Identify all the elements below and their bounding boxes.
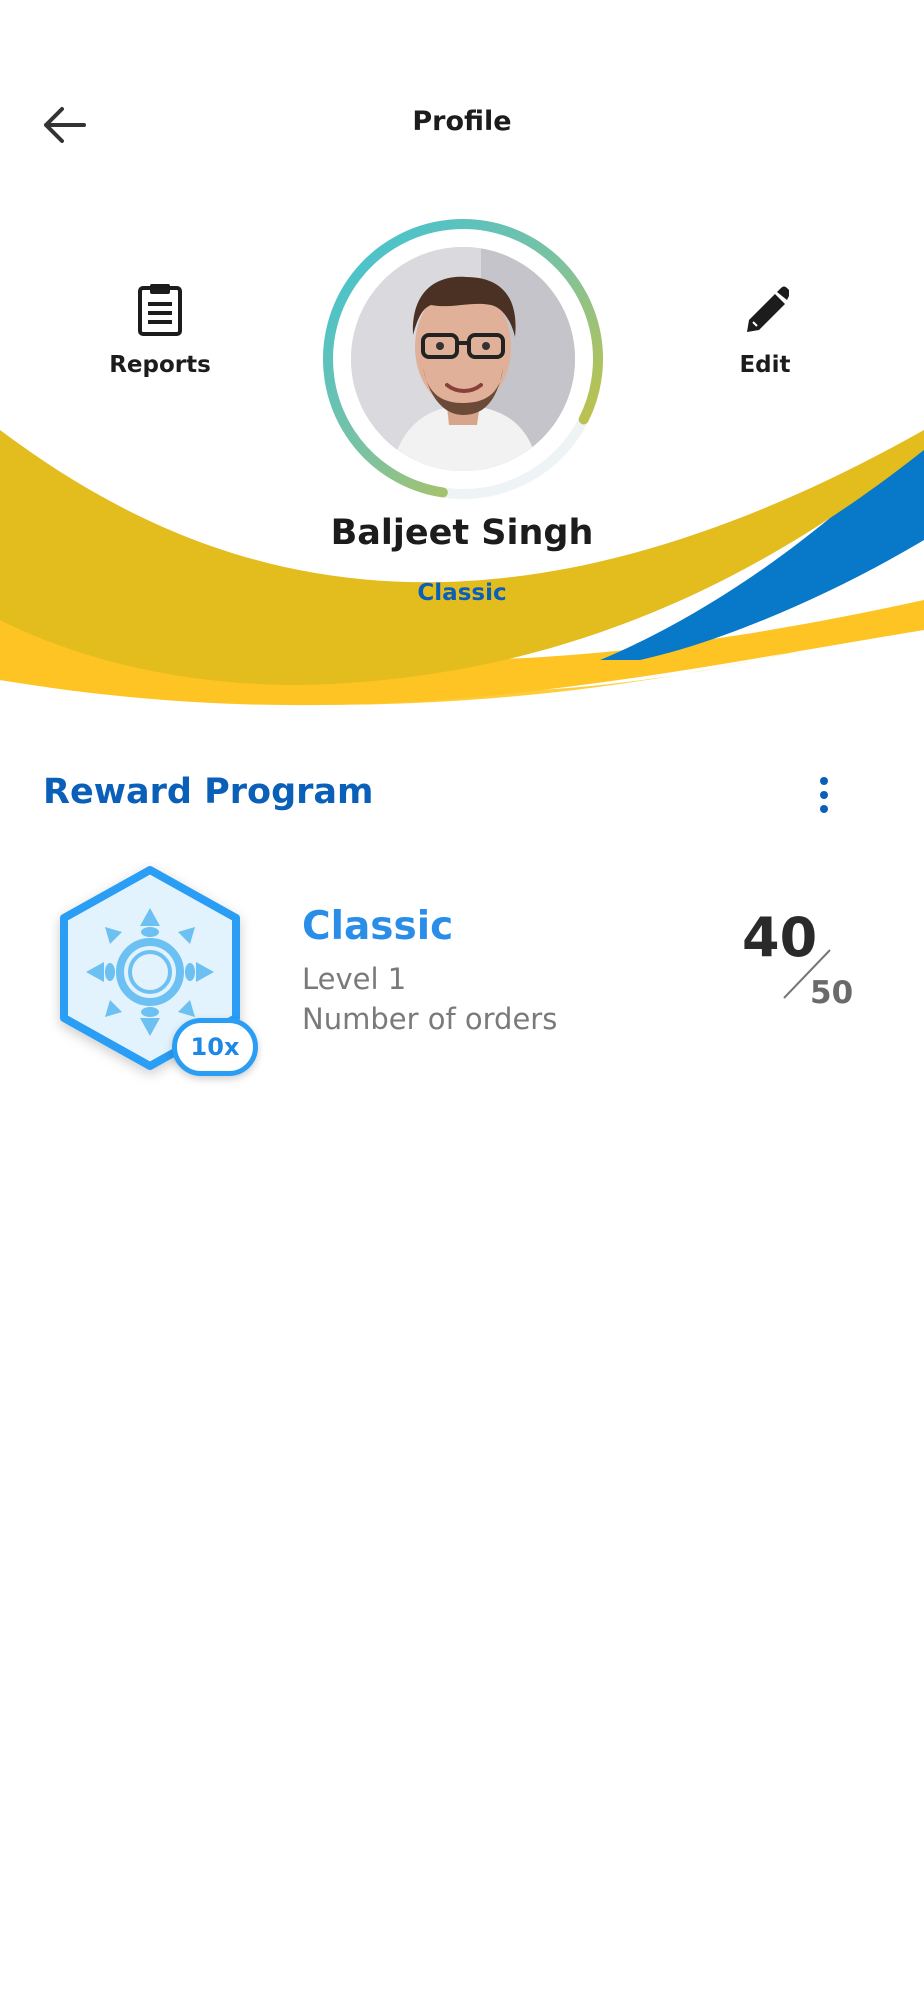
edit-label: Edit	[739, 352, 791, 378]
reports-label: Reports	[109, 352, 211, 378]
pencil-icon	[747, 286, 789, 332]
page-title: Profile	[412, 106, 512, 137]
reward-tier-level: Level 1	[302, 962, 407, 996]
reports-button[interactable]: Reports	[95, 282, 225, 378]
user-name: Baljeet Singh	[330, 513, 594, 553]
reward-tier-name: Classic	[302, 904, 454, 949]
more-vertical-icon	[820, 777, 828, 785]
clipboard-icon	[138, 284, 182, 336]
user-avatar-photo	[351, 247, 575, 471]
reward-metric-label: Number of orders	[302, 1002, 558, 1036]
progress-target: 50	[810, 975, 854, 1011]
avatar	[351, 247, 575, 471]
multiplier-badge: 10x	[172, 1018, 258, 1076]
edit-button[interactable]: Edit	[700, 282, 830, 378]
more-options-button[interactable]	[806, 770, 842, 820]
reward-section-title: Reward Program	[43, 772, 374, 812]
mandala-hexagon-icon	[86, 908, 214, 1036]
user-tier: Classic	[417, 580, 507, 606]
